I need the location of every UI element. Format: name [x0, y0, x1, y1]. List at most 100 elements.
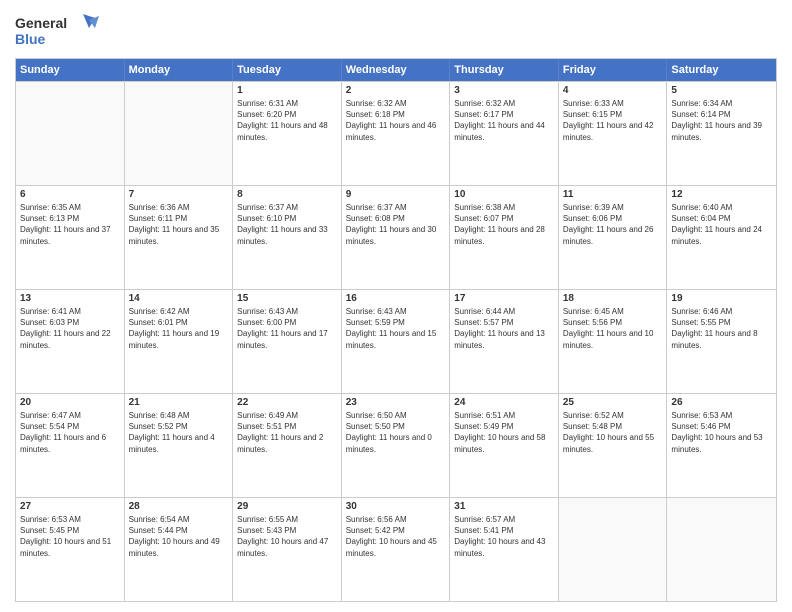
cell-detail: Sunrise: 6:57 AMSunset: 5:41 PMDaylight:…	[454, 514, 554, 559]
calendar-cell	[559, 498, 668, 601]
calendar-cell: 13 Sunrise: 6:41 AMSunset: 6:03 PMDaylig…	[16, 290, 125, 393]
day-number: 13	[20, 293, 120, 304]
weekday-header: Friday	[559, 59, 668, 81]
calendar-cell: 23 Sunrise: 6:50 AMSunset: 5:50 PMDaylig…	[342, 394, 451, 497]
cell-detail: Sunrise: 6:48 AMSunset: 5:52 PMDaylight:…	[129, 410, 229, 455]
calendar-cell: 14 Sunrise: 6:42 AMSunset: 6:01 PMDaylig…	[125, 290, 234, 393]
day-number: 30	[346, 501, 446, 512]
calendar-cell: 12 Sunrise: 6:40 AMSunset: 6:04 PMDaylig…	[667, 186, 776, 289]
day-number: 29	[237, 501, 337, 512]
calendar-cell: 16 Sunrise: 6:43 AMSunset: 5:59 PMDaylig…	[342, 290, 451, 393]
cell-detail: Sunrise: 6:38 AMSunset: 6:07 PMDaylight:…	[454, 202, 554, 247]
cell-detail: Sunrise: 6:51 AMSunset: 5:49 PMDaylight:…	[454, 410, 554, 455]
calendar-cell: 4 Sunrise: 6:33 AMSunset: 6:15 PMDayligh…	[559, 82, 668, 185]
cell-detail: Sunrise: 6:33 AMSunset: 6:15 PMDaylight:…	[563, 98, 663, 143]
day-number: 7	[129, 189, 229, 200]
calendar-cell: 20 Sunrise: 6:47 AMSunset: 5:54 PMDaylig…	[16, 394, 125, 497]
calendar-cell: 30 Sunrise: 6:56 AMSunset: 5:42 PMDaylig…	[342, 498, 451, 601]
calendar-cell: 31 Sunrise: 6:57 AMSunset: 5:41 PMDaylig…	[450, 498, 559, 601]
cell-detail: Sunrise: 6:32 AMSunset: 6:18 PMDaylight:…	[346, 98, 446, 143]
weekday-header: Tuesday	[233, 59, 342, 81]
day-number: 1	[237, 85, 337, 96]
calendar-cell: 21 Sunrise: 6:48 AMSunset: 5:52 PMDaylig…	[125, 394, 234, 497]
day-number: 4	[563, 85, 663, 96]
weekday-header: Saturday	[667, 59, 776, 81]
weekday-header: Thursday	[450, 59, 559, 81]
day-number: 16	[346, 293, 446, 304]
day-number: 22	[237, 397, 337, 408]
cell-detail: Sunrise: 6:40 AMSunset: 6:04 PMDaylight:…	[671, 202, 772, 247]
cell-detail: Sunrise: 6:54 AMSunset: 5:44 PMDaylight:…	[129, 514, 229, 559]
cell-detail: Sunrise: 6:42 AMSunset: 6:01 PMDaylight:…	[129, 306, 229, 351]
cell-detail: Sunrise: 6:46 AMSunset: 5:55 PMDaylight:…	[671, 306, 772, 351]
cell-detail: Sunrise: 6:37 AMSunset: 6:10 PMDaylight:…	[237, 202, 337, 247]
day-number: 31	[454, 501, 554, 512]
calendar-cell: 15 Sunrise: 6:43 AMSunset: 6:00 PMDaylig…	[233, 290, 342, 393]
calendar-cell: 17 Sunrise: 6:44 AMSunset: 5:57 PMDaylig…	[450, 290, 559, 393]
day-number: 2	[346, 85, 446, 96]
calendar-row: 13 Sunrise: 6:41 AMSunset: 6:03 PMDaylig…	[16, 289, 776, 393]
cell-detail: Sunrise: 6:41 AMSunset: 6:03 PMDaylight:…	[20, 306, 120, 351]
day-number: 23	[346, 397, 446, 408]
calendar-cell: 5 Sunrise: 6:34 AMSunset: 6:14 PMDayligh…	[667, 82, 776, 185]
svg-text:Blue: Blue	[15, 31, 46, 47]
logo-svg: General Blue	[15, 10, 105, 50]
day-number: 8	[237, 189, 337, 200]
day-number: 5	[671, 85, 772, 96]
calendar-row: 6 Sunrise: 6:35 AMSunset: 6:13 PMDayligh…	[16, 185, 776, 289]
cell-detail: Sunrise: 6:47 AMSunset: 5:54 PMDaylight:…	[20, 410, 120, 455]
calendar-cell	[667, 498, 776, 601]
calendar-cell: 27 Sunrise: 6:53 AMSunset: 5:45 PMDaylig…	[16, 498, 125, 601]
calendar-cell: 25 Sunrise: 6:52 AMSunset: 5:48 PMDaylig…	[559, 394, 668, 497]
cell-detail: Sunrise: 6:49 AMSunset: 5:51 PMDaylight:…	[237, 410, 337, 455]
calendar-cell: 9 Sunrise: 6:37 AMSunset: 6:08 PMDayligh…	[342, 186, 451, 289]
cell-detail: Sunrise: 6:53 AMSunset: 5:46 PMDaylight:…	[671, 410, 772, 455]
calendar-cell: 2 Sunrise: 6:32 AMSunset: 6:18 PMDayligh…	[342, 82, 451, 185]
calendar-cell: 26 Sunrise: 6:53 AMSunset: 5:46 PMDaylig…	[667, 394, 776, 497]
calendar-cell: 8 Sunrise: 6:37 AMSunset: 6:10 PMDayligh…	[233, 186, 342, 289]
calendar-cell: 19 Sunrise: 6:46 AMSunset: 5:55 PMDaylig…	[667, 290, 776, 393]
day-number: 25	[563, 397, 663, 408]
calendar-cell: 1 Sunrise: 6:31 AMSunset: 6:20 PMDayligh…	[233, 82, 342, 185]
cell-detail: Sunrise: 6:55 AMSunset: 5:43 PMDaylight:…	[237, 514, 337, 559]
weekday-header: Sunday	[16, 59, 125, 81]
calendar-cell: 29 Sunrise: 6:55 AMSunset: 5:43 PMDaylig…	[233, 498, 342, 601]
calendar-cell: 7 Sunrise: 6:36 AMSunset: 6:11 PMDayligh…	[125, 186, 234, 289]
day-number: 24	[454, 397, 554, 408]
header: General Blue	[15, 10, 777, 50]
cell-detail: Sunrise: 6:35 AMSunset: 6:13 PMDaylight:…	[20, 202, 120, 247]
day-number: 10	[454, 189, 554, 200]
day-number: 14	[129, 293, 229, 304]
calendar-cell: 28 Sunrise: 6:54 AMSunset: 5:44 PMDaylig…	[125, 498, 234, 601]
calendar-row: 1 Sunrise: 6:31 AMSunset: 6:20 PMDayligh…	[16, 81, 776, 185]
page: General Blue SundayMondayTuesdayWednesda…	[0, 0, 792, 612]
calendar-cell: 24 Sunrise: 6:51 AMSunset: 5:49 PMDaylig…	[450, 394, 559, 497]
cell-detail: Sunrise: 6:50 AMSunset: 5:50 PMDaylight:…	[346, 410, 446, 455]
cell-detail: Sunrise: 6:56 AMSunset: 5:42 PMDaylight:…	[346, 514, 446, 559]
calendar-row: 20 Sunrise: 6:47 AMSunset: 5:54 PMDaylig…	[16, 393, 776, 497]
cell-detail: Sunrise: 6:37 AMSunset: 6:08 PMDaylight:…	[346, 202, 446, 247]
weekday-header: Wednesday	[342, 59, 451, 81]
day-number: 27	[20, 501, 120, 512]
calendar-body: 1 Sunrise: 6:31 AMSunset: 6:20 PMDayligh…	[16, 81, 776, 601]
logo: General Blue	[15, 10, 105, 50]
day-number: 17	[454, 293, 554, 304]
cell-detail: Sunrise: 6:31 AMSunset: 6:20 PMDaylight:…	[237, 98, 337, 143]
calendar-cell: 6 Sunrise: 6:35 AMSunset: 6:13 PMDayligh…	[16, 186, 125, 289]
cell-detail: Sunrise: 6:34 AMSunset: 6:14 PMDaylight:…	[671, 98, 772, 143]
day-number: 12	[671, 189, 772, 200]
cell-detail: Sunrise: 6:52 AMSunset: 5:48 PMDaylight:…	[563, 410, 663, 455]
day-number: 19	[671, 293, 772, 304]
day-number: 26	[671, 397, 772, 408]
calendar-cell	[125, 82, 234, 185]
cell-detail: Sunrise: 6:45 AMSunset: 5:56 PMDaylight:…	[563, 306, 663, 351]
cell-detail: Sunrise: 6:32 AMSunset: 6:17 PMDaylight:…	[454, 98, 554, 143]
day-number: 3	[454, 85, 554, 96]
calendar-cell: 3 Sunrise: 6:32 AMSunset: 6:17 PMDayligh…	[450, 82, 559, 185]
day-number: 6	[20, 189, 120, 200]
day-number: 20	[20, 397, 120, 408]
cell-detail: Sunrise: 6:44 AMSunset: 5:57 PMDaylight:…	[454, 306, 554, 351]
calendar-cell	[16, 82, 125, 185]
day-number: 9	[346, 189, 446, 200]
calendar-cell: 10 Sunrise: 6:38 AMSunset: 6:07 PMDaylig…	[450, 186, 559, 289]
